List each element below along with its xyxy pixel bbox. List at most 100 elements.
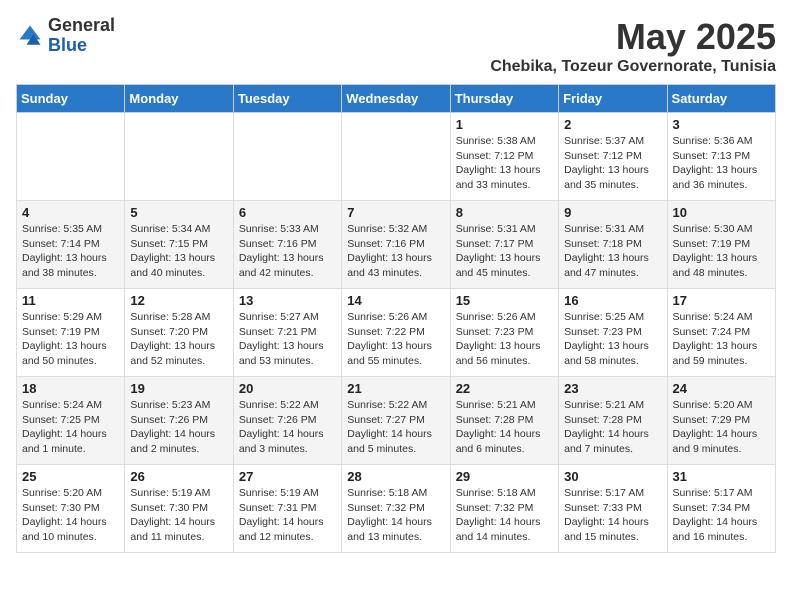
- day-number: 22: [456, 381, 553, 396]
- day-number: 11: [22, 293, 119, 308]
- day-number: 4: [22, 205, 119, 220]
- calendar-cell: 4 Sunrise: 5:35 AM Sunset: 7:14 PM Daylig…: [17, 201, 125, 289]
- calendar-cell: [125, 113, 233, 201]
- header: General Blue May 2025 Chebika, Tozeur Go…: [16, 16, 776, 76]
- day-info: Sunrise: 5:32 AM Sunset: 7:16 PM Dayligh…: [347, 222, 444, 281]
- calendar-cell: [342, 113, 450, 201]
- logo-icon: [16, 22, 44, 50]
- calendar-cell: 16 Sunrise: 5:25 AM Sunset: 7:23 PM Dayli…: [559, 289, 667, 377]
- day-number: 23: [564, 381, 661, 396]
- day-number: 16: [564, 293, 661, 308]
- weekday-monday: Monday: [125, 85, 233, 113]
- day-number: 13: [239, 293, 336, 308]
- day-number: 26: [130, 469, 227, 484]
- day-info: Sunrise: 5:38 AM Sunset: 7:12 PM Dayligh…: [456, 134, 553, 193]
- weekday-tuesday: Tuesday: [233, 85, 341, 113]
- week-row-3: 11 Sunrise: 5:29 AM Sunset: 7:19 PM Dayli…: [17, 289, 776, 377]
- day-number: 10: [673, 205, 770, 220]
- day-info: Sunrise: 5:22 AM Sunset: 7:27 PM Dayligh…: [347, 398, 444, 457]
- day-info: Sunrise: 5:18 AM Sunset: 7:32 PM Dayligh…: [347, 486, 444, 545]
- calendar-cell: 20Sunrise: 5:22 AM Sunset: 7:26 PM Dayli…: [233, 377, 341, 465]
- calendar-table: SundayMondayTuesdayWednesdayThursdayFrid…: [16, 84, 776, 553]
- day-number: 5: [130, 205, 227, 220]
- weekday-friday: Friday: [559, 85, 667, 113]
- calendar-cell: 22 Sunrise: 5:21 AM Sunset: 7:28 PM Dayli…: [450, 377, 558, 465]
- calendar-cell: [233, 113, 341, 201]
- day-info: Sunrise: 5:24 AM Sunset: 7:24 PM Dayligh…: [673, 310, 770, 369]
- day-info: Sunrise: 5:24 AM Sunset: 7:25 PM Dayligh…: [22, 398, 119, 457]
- day-number: 24: [673, 381, 770, 396]
- day-number: 3: [673, 117, 770, 132]
- day-info: Sunrise: 5:26 AM Sunset: 7:22 PM Dayligh…: [347, 310, 444, 369]
- day-info: Sunrise: 5:31 AM Sunset: 7:18 PM Dayligh…: [564, 222, 661, 281]
- weekday-saturday: Saturday: [667, 85, 775, 113]
- logo-blue-text: Blue: [48, 35, 87, 55]
- calendar-cell: 2 Sunrise: 5:37 AM Sunset: 7:12 PM Daylig…: [559, 113, 667, 201]
- weekday-thursday: Thursday: [450, 85, 558, 113]
- day-info: Sunrise: 5:36 AM Sunset: 7:13 PM Dayligh…: [673, 134, 770, 193]
- calendar-cell: 26 Sunrise: 5:19 AM Sunset: 7:30 PM Dayli…: [125, 465, 233, 553]
- calendar-cell: 15 Sunrise: 5:26 AM Sunset: 7:23 PM Dayli…: [450, 289, 558, 377]
- day-info: Sunrise: 5:34 AM Sunset: 7:15 PM Dayligh…: [130, 222, 227, 281]
- week-row-1: 1 Sunrise: 5:38 AM Sunset: 7:12 PM Daylig…: [17, 113, 776, 201]
- day-number: 30: [564, 469, 661, 484]
- day-number: 27: [239, 469, 336, 484]
- weekday-sunday: Sunday: [17, 85, 125, 113]
- day-number: 2: [564, 117, 661, 132]
- calendar-cell: 10 Sunrise: 5:30 AM Sunset: 7:19 PM Dayli…: [667, 201, 775, 289]
- logo-general-text: General: [48, 15, 115, 35]
- day-info: Sunrise: 5:19 AM Sunset: 7:31 PM Dayligh…: [239, 486, 336, 545]
- day-number: 31: [673, 469, 770, 484]
- calendar-cell: 31Sunrise: 5:17 AM Sunset: 7:34 PM Dayli…: [667, 465, 775, 553]
- calendar-cell: 5 Sunrise: 5:34 AM Sunset: 7:15 PM Daylig…: [125, 201, 233, 289]
- calendar-cell: 12Sunrise: 5:28 AM Sunset: 7:20 PM Dayli…: [125, 289, 233, 377]
- week-row-2: 4 Sunrise: 5:35 AM Sunset: 7:14 PM Daylig…: [17, 201, 776, 289]
- day-info: Sunrise: 5:37 AM Sunset: 7:12 PM Dayligh…: [564, 134, 661, 193]
- day-number: 15: [456, 293, 553, 308]
- day-number: 20: [239, 381, 336, 396]
- calendar-body: 1 Sunrise: 5:38 AM Sunset: 7:12 PM Daylig…: [17, 113, 776, 553]
- day-info: Sunrise: 5:25 AM Sunset: 7:23 PM Dayligh…: [564, 310, 661, 369]
- weekday-header-row: SundayMondayTuesdayWednesdayThursdayFrid…: [17, 85, 776, 113]
- calendar-cell: 19 Sunrise: 5:23 AM Sunset: 7:26 PM Dayli…: [125, 377, 233, 465]
- day-number: 19: [130, 381, 227, 396]
- day-number: 6: [239, 205, 336, 220]
- day-info: Sunrise: 5:21 AM Sunset: 7:28 PM Dayligh…: [456, 398, 553, 457]
- day-number: 17: [673, 293, 770, 308]
- calendar-cell: 3 Sunrise: 5:36 AM Sunset: 7:13 PM Daylig…: [667, 113, 775, 201]
- day-info: Sunrise: 5:23 AM Sunset: 7:26 PM Dayligh…: [130, 398, 227, 457]
- calendar-cell: 24 Sunrise: 5:20 AM Sunset: 7:29 PM Dayli…: [667, 377, 775, 465]
- logo: General Blue: [16, 16, 115, 56]
- calendar-cell: 21Sunrise: 5:22 AM Sunset: 7:27 PM Dayli…: [342, 377, 450, 465]
- day-info: Sunrise: 5:31 AM Sunset: 7:17 PM Dayligh…: [456, 222, 553, 281]
- day-info: Sunrise: 5:30 AM Sunset: 7:19 PM Dayligh…: [673, 222, 770, 281]
- calendar-cell: 29 Sunrise: 5:18 AM Sunset: 7:32 PM Dayli…: [450, 465, 558, 553]
- day-info: Sunrise: 5:27 AM Sunset: 7:21 PM Dayligh…: [239, 310, 336, 369]
- week-row-4: 18 Sunrise: 5:24 AM Sunset: 7:25 PM Dayli…: [17, 377, 776, 465]
- day-info: Sunrise: 5:18 AM Sunset: 7:32 PM Dayligh…: [456, 486, 553, 545]
- day-number: 18: [22, 381, 119, 396]
- calendar-cell: 13 Sunrise: 5:27 AM Sunset: 7:21 PM Dayli…: [233, 289, 341, 377]
- location-title: Chebika, Tozeur Governorate, Tunisia: [490, 58, 776, 76]
- day-info: Sunrise: 5:19 AM Sunset: 7:30 PM Dayligh…: [130, 486, 227, 545]
- day-number: 1: [456, 117, 553, 132]
- day-number: 29: [456, 469, 553, 484]
- calendar-cell: 27 Sunrise: 5:19 AM Sunset: 7:31 PM Dayli…: [233, 465, 341, 553]
- calendar-cell: 17 Sunrise: 5:24 AM Sunset: 7:24 PM Dayli…: [667, 289, 775, 377]
- day-info: Sunrise: 5:20 AM Sunset: 7:29 PM Dayligh…: [673, 398, 770, 457]
- calendar-cell: 1 Sunrise: 5:38 AM Sunset: 7:12 PM Daylig…: [450, 113, 558, 201]
- day-info: Sunrise: 5:26 AM Sunset: 7:23 PM Dayligh…: [456, 310, 553, 369]
- day-info: Sunrise: 5:35 AM Sunset: 7:14 PM Dayligh…: [22, 222, 119, 281]
- calendar-cell: 8Sunrise: 5:31 AM Sunset: 7:17 PM Daylig…: [450, 201, 558, 289]
- day-number: 7: [347, 205, 444, 220]
- calendar-cell: 25Sunrise: 5:20 AM Sunset: 7:30 PM Dayli…: [17, 465, 125, 553]
- calendar-cell: 7 Sunrise: 5:32 AM Sunset: 7:16 PM Daylig…: [342, 201, 450, 289]
- day-number: 25: [22, 469, 119, 484]
- calendar-cell: 14Sunrise: 5:26 AM Sunset: 7:22 PM Dayli…: [342, 289, 450, 377]
- day-number: 28: [347, 469, 444, 484]
- calendar-cell: 18 Sunrise: 5:24 AM Sunset: 7:25 PM Dayli…: [17, 377, 125, 465]
- calendar-cell: 30Sunrise: 5:17 AM Sunset: 7:33 PM Dayli…: [559, 465, 667, 553]
- calendar-cell: 9Sunrise: 5:31 AM Sunset: 7:18 PM Daylig…: [559, 201, 667, 289]
- month-title: May 2025: [490, 16, 776, 58]
- day-info: Sunrise: 5:29 AM Sunset: 7:19 PM Dayligh…: [22, 310, 119, 369]
